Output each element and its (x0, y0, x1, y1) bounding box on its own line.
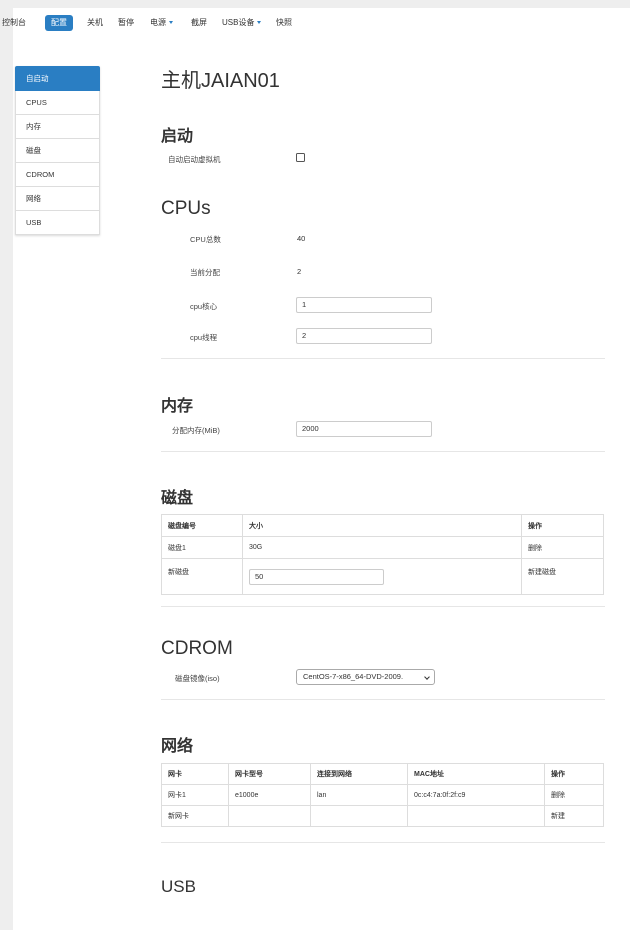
divider (161, 699, 605, 700)
table-header-row: 磁盘编号 大小 操作 (161, 514, 604, 537)
divider (161, 842, 605, 843)
cdrom-label: 磁盘镜像(iso) (175, 674, 220, 683)
memory-heading: 内存 (161, 398, 194, 415)
divider (161, 606, 605, 607)
page-title: 主机JAIAN01 (161, 70, 280, 92)
autostart-heading: 启动 (161, 128, 194, 145)
chevron-down-icon (424, 674, 430, 680)
table-header-cell: 操作 (544, 763, 604, 785)
table-header-row: 网卡 网卡型号 连接到网络 MAC地址 操作 (161, 763, 604, 785)
sidebar-item-cpus[interactable]: CPUS (15, 91, 100, 115)
new-disk-size-cell: 50 (242, 558, 522, 595)
table-header-cell: 网卡型号 (228, 763, 311, 785)
cpu-total-value: 40 (297, 234, 306, 243)
sidebar: 自启动 CPUS 内存 磁盘 CDROM 网络 USB (15, 66, 100, 235)
caret-down-icon (169, 21, 173, 25)
divider (161, 451, 605, 452)
usb-heading: USB (161, 877, 196, 896)
sidebar-item-cdrom[interactable]: CDROM (15, 163, 100, 187)
sidebar-item-network[interactable]: 网络 (15, 187, 100, 211)
nav-power-label: 电源 (150, 18, 166, 27)
table-header-cell: 操作 (521, 514, 604, 537)
left-strip (0, 8, 13, 930)
sidebar-item-autostart[interactable]: 自启动 (15, 66, 100, 91)
nav-snapshot[interactable]: 快照 (276, 13, 292, 33)
nic-model-cell: e1000e (228, 784, 311, 806)
nav-screenshot[interactable]: 截屏 (191, 13, 207, 33)
empty-cell (228, 805, 311, 827)
cpu-threads-input[interactable]: 2 (296, 328, 432, 344)
nic-name-cell: 网卡1 (161, 784, 229, 806)
network-heading: 网络 (161, 738, 194, 755)
caret-down-icon (257, 21, 262, 25)
nic-delete-link[interactable]: 删除 (544, 784, 604, 806)
cdrom-iso-select[interactable]: CentOS-7-x86_64-DVD-2009. (296, 669, 435, 685)
new-disk-label: 新磁盘 (161, 558, 243, 595)
cpu-total-label: CPU总数 (190, 235, 221, 244)
table-header-cell: 磁盘编号 (161, 514, 243, 537)
table-row: 新磁盘 50 新建磁盘 (161, 558, 604, 595)
table-header-cell: 网卡 (161, 763, 229, 785)
nav-console[interactable]: 控制台 (2, 13, 26, 33)
new-nic-label: 新网卡 (161, 805, 229, 827)
disk-id-cell: 磁盘1 (161, 536, 243, 559)
nic-mac-cell: 0c:c4:7a:0f:2f:c9 (407, 784, 545, 806)
table-row: 新网卡 新建 (161, 805, 604, 827)
autostart-label: 自动启动虚拟机 (168, 155, 221, 164)
table-header-cell: 大小 (242, 514, 522, 537)
nav-usb-label: USB设备 (222, 18, 255, 27)
nav-usb-devices[interactable]: USB设备 (222, 13, 262, 33)
disk-size-cell: 30G (242, 536, 522, 559)
cpus-heading: CPUs (161, 198, 211, 219)
disk-heading: 磁盘 (161, 490, 194, 507)
nav-config[interactable]: 配置 (45, 15, 73, 31)
cpu-alloc-value: 2 (297, 267, 302, 276)
memory-label: 分配内存(MiB) (172, 426, 220, 435)
table-row: 磁盘1 30G 删除 (161, 536, 604, 559)
nav-pause[interactable]: 暂停 (118, 13, 134, 33)
disk-table: 磁盘编号 大小 操作 磁盘1 30G 删除 新磁盘 50 新建磁盘 (161, 514, 604, 595)
cdrom-heading: CDROM (161, 638, 233, 659)
new-disk-size-input[interactable]: 50 (249, 568, 384, 585)
cpu-alloc-label: 当前分配 (190, 268, 220, 277)
divider (161, 358, 605, 359)
sidebar-item-usb[interactable]: USB (15, 211, 100, 235)
memory-input[interactable]: 2000 (296, 421, 432, 437)
new-nic-button[interactable]: 新建 (544, 805, 604, 827)
cpu-cores-label: cpu核心 (190, 302, 218, 311)
sidebar-item-disk[interactable]: 磁盘 (15, 139, 100, 163)
empty-cell (310, 805, 408, 827)
network-table: 网卡 网卡型号 连接到网络 MAC地址 操作 网卡1 e1000e lan 0c… (161, 763, 604, 827)
new-disk-button[interactable]: 新建磁盘 (521, 558, 604, 595)
top-strip (0, 0, 630, 8)
nav-power[interactable]: 电源 (150, 13, 173, 33)
autostart-checkbox[interactable] (296, 153, 305, 162)
disk-delete-link[interactable]: 删除 (521, 536, 604, 559)
table-row: 网卡1 e1000e lan 0c:c4:7a:0f:2f:c9 删除 (161, 784, 604, 806)
table-header-cell: MAC地址 (407, 763, 545, 785)
sidebar-item-memory[interactable]: 内存 (15, 115, 100, 139)
nic-network-cell: lan (310, 784, 408, 806)
table-header-cell: 连接到网络 (310, 763, 408, 785)
empty-cell (407, 805, 545, 827)
cpu-cores-input[interactable]: 1 (296, 297, 432, 313)
nav-shutdown[interactable]: 关机 (87, 13, 103, 33)
cpu-threads-label: cpu线程 (190, 333, 218, 342)
cdrom-iso-selected: CentOS-7-x86_64-DVD-2009. (303, 672, 404, 681)
